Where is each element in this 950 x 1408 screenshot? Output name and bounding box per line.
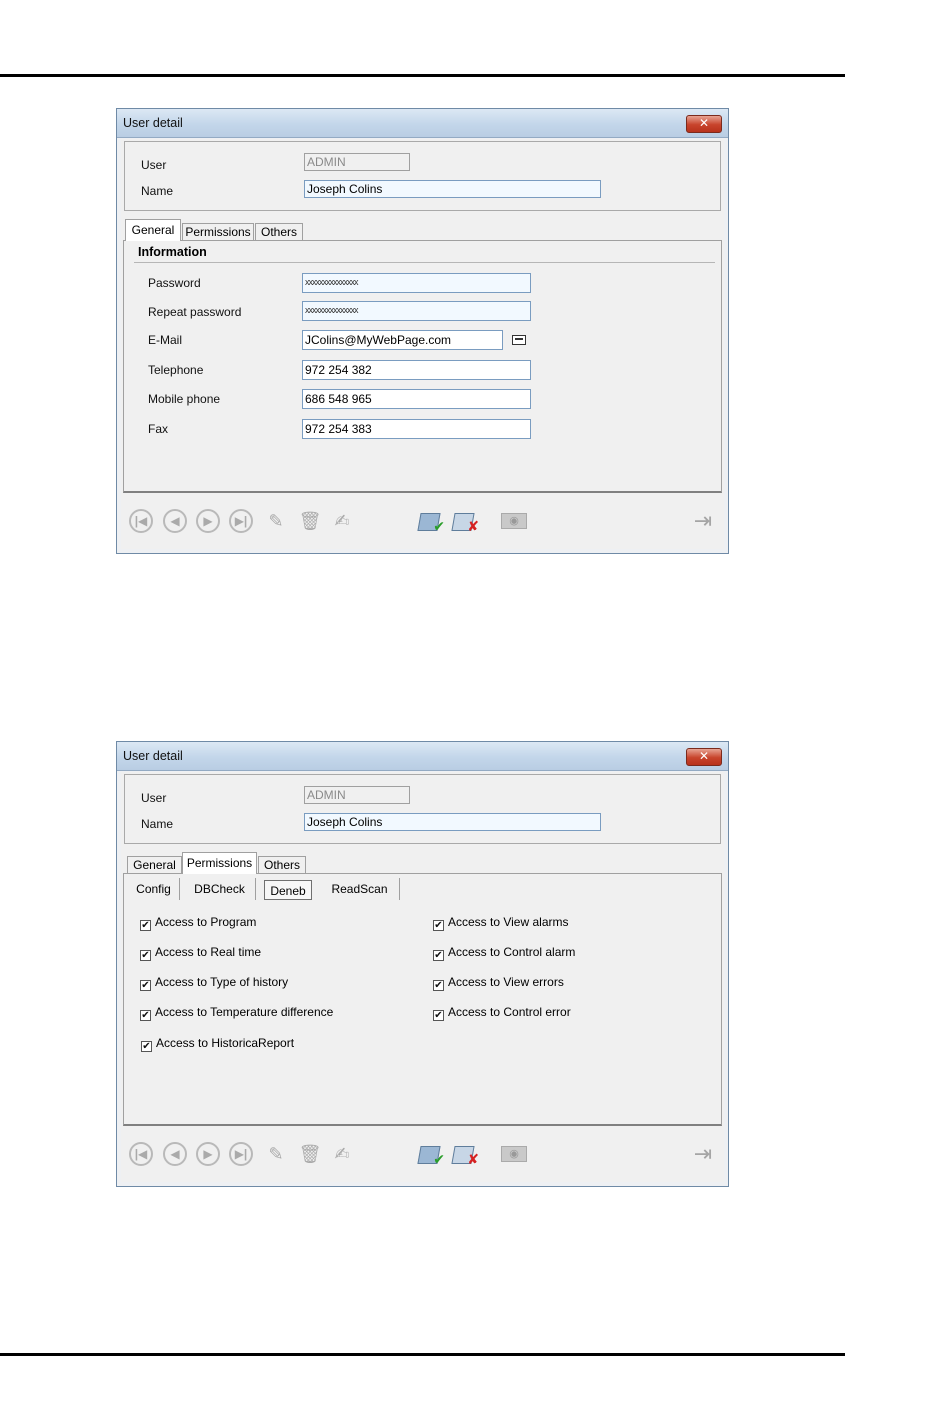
telephone-label: Telephone <box>148 363 204 377</box>
subtab-deneb[interactable]: Deneb <box>264 880 312 900</box>
edit-record-icon[interactable]: ✍ <box>330 1142 354 1166</box>
first-record-icon[interactable]: |◀ <box>129 509 153 533</box>
accept-folder-icon[interactable]: ✔ <box>417 1142 445 1167</box>
mobile-phone-field[interactable]: 686 548 965 <box>302 389 531 409</box>
checkbox-box[interactable]: ✔ <box>433 920 444 931</box>
window-title: User detail <box>123 749 183 763</box>
name-field[interactable]: Joseph Colins <box>304 180 601 198</box>
checkbox-box[interactable]: ✔ <box>140 1010 151 1021</box>
checkbox-box[interactable]: ✔ <box>140 980 151 991</box>
last-record-icon[interactable]: ▶| <box>229 1142 253 1166</box>
new-record-icon[interactable]: ✎ <box>264 1142 288 1166</box>
tab-permissions[interactable]: Permissions <box>182 223 254 241</box>
delete-record-icon[interactable]: 🗑 <box>298 1142 322 1166</box>
checkbox-access-view-errors[interactable]: ✔ Access to View errors <box>433 975 564 991</box>
user-detail-window-general: User detail ✕ User ADMIN Name Joseph Col… <box>116 108 729 554</box>
next-record-icon[interactable]: ▶ <box>196 509 220 533</box>
fax-label: Fax <box>148 422 169 436</box>
delete-record-icon[interactable]: 🗑 <box>298 509 322 533</box>
checkbox-access-program[interactable]: ✔ Access to Program <box>140 915 256 931</box>
checkbox-access-view-alarms[interactable]: ✔ Access to View alarms <box>433 915 569 931</box>
email-field[interactable]: JColins@MyWebPage.com <box>302 330 503 350</box>
accept-folder-icon[interactable]: ✔ <box>417 509 445 534</box>
edit-record-icon[interactable]: ✍ <box>330 509 354 533</box>
close-button[interactable]: ✕ <box>686 115 722 133</box>
user-label: User <box>141 791 167 805</box>
exit-door-icon[interactable]: ⇥ <box>691 509 715 533</box>
checkbox-access-control-error[interactable]: ✔ Access to Control error <box>433 1005 571 1021</box>
record-toolbar: |◀ ◀ ▶ ▶| ✎ 🗑 ✍ ✔ ✘ ◉ ⇥ <box>123 497 722 547</box>
checkbox-access-historica-report[interactable]: ✔ Access to HistoricaReport <box>141 1036 294 1052</box>
telephone-field[interactable]: 972 254 382 <box>302 360 531 380</box>
view-icon[interactable]: ◉ <box>501 513 527 529</box>
tab-others[interactable]: Others <box>258 856 306 874</box>
previous-record-icon[interactable]: ◀ <box>163 509 187 533</box>
user-header-box: User ADMIN Name Joseph Colins <box>124 774 721 844</box>
view-icon[interactable]: ◉ <box>501 1146 527 1162</box>
name-label: Name <box>141 184 174 198</box>
subtab-readscan[interactable]: ReadScan <box>320 878 400 900</box>
subtab-config[interactable]: Config <box>128 878 180 900</box>
next-record-icon[interactable]: ▶ <box>196 1142 220 1166</box>
name-label: Name <box>141 817 174 831</box>
mobile-phone-label: Mobile phone <box>148 392 221 406</box>
checkbox-box[interactable]: ✔ <box>140 950 151 961</box>
window-client: User ADMIN Name Joseph Colins General Pe… <box>121 772 724 1182</box>
checkbox-box[interactable]: ✔ <box>433 980 444 991</box>
checkbox-box[interactable]: ✔ <box>140 920 151 931</box>
last-record-icon[interactable]: ▶| <box>229 509 253 533</box>
tab-permissions[interactable]: Permissions <box>182 852 257 874</box>
user-detail-window-permissions: User detail ✕ User ADMIN Name Joseph Col… <box>116 741 729 1187</box>
window-client: User ADMIN Name Joseph Colins General Pe… <box>121 139 724 549</box>
previous-record-icon[interactable]: ◀ <box>163 1142 187 1166</box>
fax-field[interactable]: 972 254 383 <box>302 419 531 439</box>
password-label: Password <box>148 276 201 290</box>
exit-door-icon[interactable]: ⇥ <box>691 1142 715 1166</box>
checkbox-access-control-alarm[interactable]: ✔ Access to Control alarm <box>433 945 575 961</box>
permissions-panel: Config DBCheck Deneb ReadScan ✔ Access to… <box>123 873 722 1126</box>
user-field: ADMIN <box>304 153 410 171</box>
tab-general[interactable]: General <box>125 219 181 241</box>
user-header-box: User ADMIN Name Joseph Colins <box>124 141 721 211</box>
subtab-dbcheck[interactable]: DBCheck <box>184 878 256 900</box>
cancel-folder-icon[interactable]: ✘ <box>451 509 479 534</box>
name-field[interactable]: Joseph Colins <box>304 813 601 831</box>
repeat-password-label: Repeat password <box>148 305 242 319</box>
title-bar: User detail ✕ <box>117 109 728 138</box>
first-record-icon[interactable]: |◀ <box>129 1142 153 1166</box>
title-bar: User detail ✕ <box>117 742 728 771</box>
tab-general[interactable]: General <box>127 856 182 874</box>
tab-others[interactable]: Others <box>255 223 303 241</box>
general-panel: Information Password xxxxxxxxxxxxxxx Rep… <box>123 240 722 493</box>
email-label: E-Mail <box>148 333 183 347</box>
cancel-folder-icon[interactable]: ✘ <box>451 1142 479 1167</box>
group-divider <box>134 262 715 263</box>
repeat-password-field[interactable]: xxxxxxxxxxxxxxx <box>302 301 531 321</box>
email-icon[interactable] <box>512 335 526 345</box>
checkbox-access-real-time[interactable]: ✔ Access to Real time <box>140 945 261 961</box>
new-record-icon[interactable]: ✎ <box>264 509 288 533</box>
window-title: User detail <box>123 116 183 130</box>
checkbox-access-temperature-difference[interactable]: ✔ Access to Temperature difference <box>140 1005 333 1021</box>
user-field: ADMIN <box>304 786 410 804</box>
checkbox-box[interactable]: ✔ <box>141 1041 152 1052</box>
checkbox-box[interactable]: ✔ <box>433 950 444 961</box>
page-top-rule <box>0 74 845 77</box>
record-toolbar: |◀ ◀ ▶ ▶| ✎ 🗑 ✍ ✔ ✘ ◉ ⇥ <box>123 1130 722 1180</box>
user-label: User <box>141 158 167 172</box>
checkbox-access-type-history[interactable]: ✔ Access to Type of history <box>140 975 288 991</box>
close-button[interactable]: ✕ <box>686 748 722 766</box>
page-bottom-rule <box>0 1353 845 1356</box>
checkbox-box[interactable]: ✔ <box>433 1010 444 1021</box>
information-group-title: Information <box>138 245 207 259</box>
password-field[interactable]: xxxxxxxxxxxxxxx <box>302 273 531 293</box>
